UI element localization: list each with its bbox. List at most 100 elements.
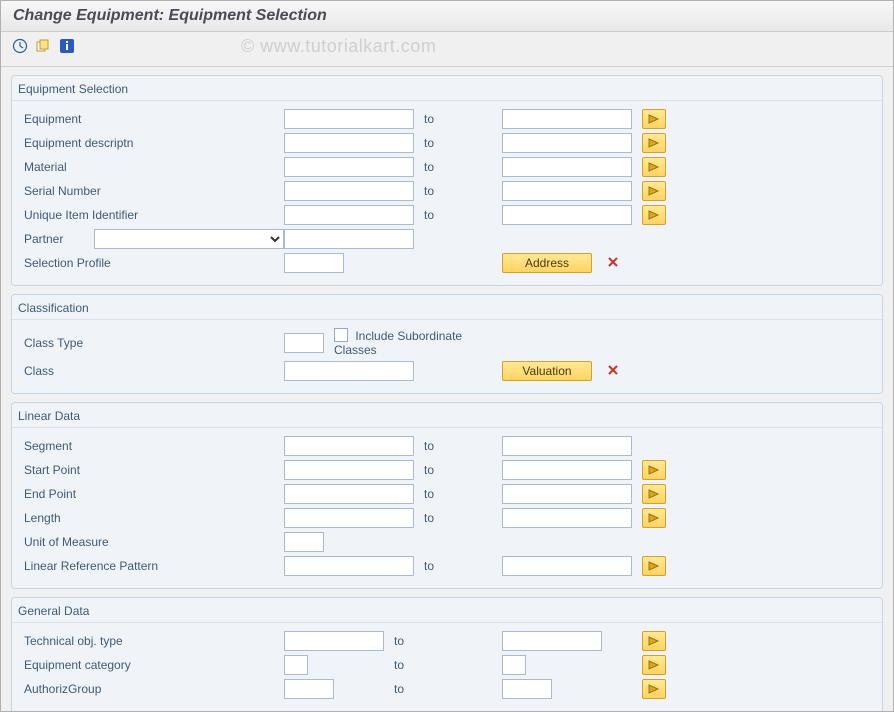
equipment-from-input[interactable] xyxy=(284,109,414,129)
tech-obj-from-input[interactable] xyxy=(284,631,384,651)
row-equipment-desc: Equipment descriptn to xyxy=(12,131,882,155)
to-label: to xyxy=(414,487,502,501)
row-uom: Unit of Measure xyxy=(12,530,882,554)
length-from-input[interactable] xyxy=(284,508,414,528)
end-point-to-input[interactable] xyxy=(502,484,632,504)
auth-group-from-input[interactable] xyxy=(284,679,334,699)
execute-button[interactable] xyxy=(11,37,29,58)
equipment-desc-from-input[interactable] xyxy=(284,133,414,153)
partner-function-select[interactable] xyxy=(94,229,284,249)
to-label: to xyxy=(384,634,502,648)
label-partner: Partner xyxy=(24,232,94,246)
uom-input[interactable] xyxy=(284,532,324,552)
selection-profile-input[interactable] xyxy=(284,253,344,273)
label-tech-obj: Technical obj. type xyxy=(24,634,174,648)
row-material: Material to xyxy=(12,155,882,179)
material-to-input[interactable] xyxy=(502,157,632,177)
to-label: to xyxy=(414,511,502,525)
group-general-data: General Data Technical obj. type to Equi… xyxy=(11,597,883,711)
tech-obj-to-input[interactable] xyxy=(502,631,602,651)
label-class-type: Class Type xyxy=(24,336,174,350)
address-button[interactable]: Address xyxy=(502,253,592,273)
equip-cat-to-input[interactable] xyxy=(502,655,526,675)
uii-multiple-selection-button[interactable] xyxy=(642,205,666,225)
end-point-from-input[interactable] xyxy=(284,484,414,504)
row-lrp: Linear Reference Pattern to xyxy=(12,554,882,578)
label-lrp: Linear Reference Pattern xyxy=(24,559,174,573)
group-title: Equipment Selection xyxy=(12,80,882,101)
label-length: Length xyxy=(24,511,174,525)
class-input[interactable] xyxy=(284,361,414,381)
label-serial: Serial Number xyxy=(24,184,174,198)
row-segment: Segment to xyxy=(12,434,882,458)
equip-cat-multiple-selection-button[interactable] xyxy=(642,655,666,675)
row-class-type: Class Type Include Subordinate Classes xyxy=(12,326,882,359)
row-class: Class Valuation xyxy=(12,359,882,383)
uii-to-input[interactable] xyxy=(502,205,632,225)
start-point-to-input[interactable] xyxy=(502,460,632,480)
label-auth-group: AuthorizGroup xyxy=(24,682,174,696)
equipment-desc-multiple-selection-button[interactable] xyxy=(642,133,666,153)
to-label: to xyxy=(414,112,502,126)
auth-group-multiple-selection-button[interactable] xyxy=(642,679,666,699)
to-label: to xyxy=(414,160,502,174)
label-uii: Unique Item Identifier xyxy=(24,208,174,222)
toolbar xyxy=(1,32,893,67)
serial-from-input[interactable] xyxy=(284,181,414,201)
row-auth-group: AuthorizGroup to xyxy=(12,677,882,701)
group-title: General Data xyxy=(12,602,882,623)
serial-multiple-selection-button[interactable] xyxy=(642,181,666,201)
lrp-multiple-selection-button[interactable] xyxy=(642,556,666,576)
start-point-from-input[interactable] xyxy=(284,460,414,480)
material-from-input[interactable] xyxy=(284,157,414,177)
row-equip-cat: Equipment category to xyxy=(12,653,882,677)
group-linear-data: Linear Data Segment to Start Point to En… xyxy=(11,402,883,589)
include-subordinate-classes-checkbox[interactable] xyxy=(334,328,348,342)
end-point-multiple-selection-button[interactable] xyxy=(642,484,666,504)
row-uii: Unique Item Identifier to xyxy=(12,203,882,227)
to-label: to xyxy=(414,184,502,198)
segment-to-input[interactable] xyxy=(502,436,632,456)
serial-to-input[interactable] xyxy=(502,181,632,201)
length-multiple-selection-button[interactable] xyxy=(642,508,666,528)
label-sel-profile: Selection Profile xyxy=(24,256,174,270)
to-label: to xyxy=(414,439,502,453)
lrp-from-input[interactable] xyxy=(284,556,414,576)
to-label: to xyxy=(414,463,502,477)
class-type-input[interactable] xyxy=(284,333,324,353)
get-variant-button[interactable] xyxy=(34,37,52,58)
equipment-multiple-selection-button[interactable] xyxy=(642,109,666,129)
row-end-point: End Point to xyxy=(12,482,882,506)
app-window: © www.tutorialkart.com Change Equipment:… xyxy=(0,0,894,712)
label-start-point: Start Point xyxy=(24,463,174,477)
row-partner: Partner xyxy=(12,227,882,251)
to-label: to xyxy=(414,136,502,150)
row-selection-profile: Selection Profile Address xyxy=(12,251,882,275)
group-title: Classification xyxy=(12,299,882,320)
page-title: Change Equipment: Equipment Selection xyxy=(1,1,893,32)
valuation-clear-button[interactable] xyxy=(606,363,620,380)
group-equipment-selection: Equipment Selection Equipment to Equipme… xyxy=(11,75,883,286)
lrp-to-input[interactable] xyxy=(502,556,632,576)
equipment-desc-to-input[interactable] xyxy=(502,133,632,153)
start-point-multiple-selection-button[interactable] xyxy=(642,460,666,480)
partner-value-input[interactable] xyxy=(284,229,414,249)
address-clear-button[interactable] xyxy=(606,255,620,272)
to-label: to xyxy=(414,559,502,573)
label-uom: Unit of Measure xyxy=(24,535,174,549)
valuation-button[interactable]: Valuation xyxy=(502,361,592,381)
auth-group-to-input[interactable] xyxy=(502,679,552,699)
label-class: Class xyxy=(24,364,174,378)
segment-from-input[interactable] xyxy=(284,436,414,456)
to-label: to xyxy=(414,208,502,222)
to-label: to xyxy=(384,658,502,672)
length-to-input[interactable] xyxy=(502,508,632,528)
material-multiple-selection-button[interactable] xyxy=(642,157,666,177)
label-equip-cat: Equipment category xyxy=(24,658,174,672)
equipment-to-input[interactable] xyxy=(502,109,632,129)
uii-from-input[interactable] xyxy=(284,205,414,225)
label-material: Material xyxy=(24,160,174,174)
tech-obj-multiple-selection-button[interactable] xyxy=(642,631,666,651)
info-button[interactable] xyxy=(58,37,76,58)
equip-cat-from-input[interactable] xyxy=(284,655,308,675)
